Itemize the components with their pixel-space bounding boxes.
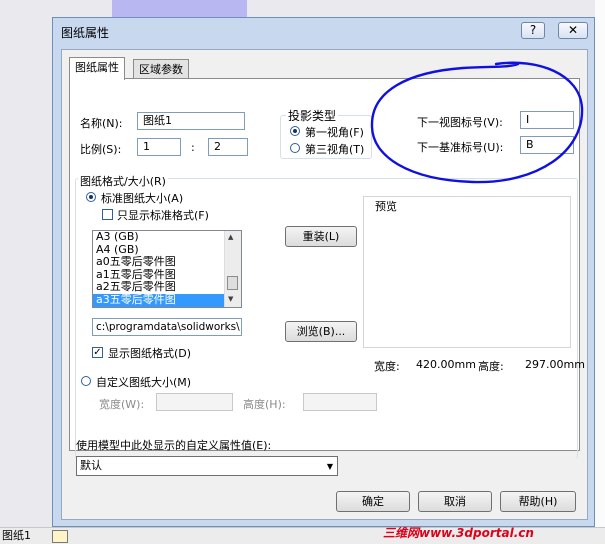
- custom-property-select[interactable]: 默认 ▼: [76, 456, 338, 476]
- close-icon[interactable]: ✕: [558, 22, 588, 39]
- third-angle-radio[interactable]: [290, 143, 300, 153]
- tab-sheet-properties[interactable]: 图纸属性: [69, 57, 125, 80]
- custom-width-input[interactable]: [156, 393, 233, 411]
- sheet-name-input[interactable]: 图纸1: [137, 112, 245, 130]
- standard-size-label: 标准图纸大小(A): [101, 192, 184, 205]
- custom-size-label: 自定义图纸大小(M): [96, 376, 192, 389]
- width-label: 宽度(W):: [99, 398, 145, 411]
- chevron-down-icon: ▼: [326, 462, 333, 471]
- list-item[interactable]: A3 (GB): [93, 231, 241, 244]
- only-standard-label: 只显示标准格式(F): [117, 209, 209, 222]
- sheet-size-list[interactable]: A3 (GB) A4 (GB) a0五零后零件图 a1五零后零件图 a2五零后零…: [92, 230, 242, 308]
- show-format-label: 显示图纸格式(D): [108, 347, 192, 360]
- only-standard-checkbox[interactable]: [102, 209, 113, 220]
- preview-width-value: 420.00mm: [416, 358, 476, 371]
- scrollbar-thumb[interactable]: [227, 276, 238, 290]
- list-item[interactable]: a0五零后零件图: [93, 256, 241, 269]
- help-icon[interactable]: ?: [521, 22, 545, 39]
- projection-type-title: 投影类型: [286, 107, 339, 124]
- dialog-title: 图纸属性: [61, 26, 110, 40]
- custom-property-value: 默认: [80, 459, 102, 472]
- preview-height-value: 297.00mm: [525, 358, 585, 371]
- first-angle-label: 第一视角(F): [305, 126, 364, 139]
- scale-label: 比例(S):: [80, 143, 122, 156]
- preview-width-label: 宽度:: [374, 360, 400, 373]
- third-angle-label: 第三视角(T): [305, 143, 365, 156]
- list-item-selected[interactable]: a3五零后零件图: [93, 293, 241, 307]
- cancel-button[interactable]: 取消: [418, 491, 492, 512]
- height-label: 高度(H):: [243, 398, 286, 411]
- background-canvas-edge: [595, 0, 605, 543]
- first-angle-radio[interactable]: [290, 126, 300, 136]
- reload-button[interactable]: 重装(L): [285, 226, 357, 247]
- sheet-format-size-title: 图纸格式/大小(R): [78, 173, 168, 189]
- sheet-tab[interactable]: 图纸1: [0, 528, 33, 543]
- annotation-circle: [370, 61, 584, 184]
- preview-height-label: 高度:: [478, 360, 504, 373]
- scale-numerator-input[interactable]: 1: [137, 138, 181, 156]
- scroll-up-icon[interactable]: ▲: [228, 233, 233, 241]
- browse-button[interactable]: 浏览(B)...: [285, 321, 357, 342]
- name-label: 名称(N):: [80, 117, 123, 130]
- preview-area: [363, 196, 571, 348]
- custom-height-input[interactable]: [303, 393, 377, 411]
- add-sheet-icon[interactable]: [52, 530, 68, 543]
- ok-button[interactable]: 确定: [336, 491, 410, 512]
- list-scrollbar[interactable]: ▲ ▼: [224, 231, 241, 307]
- show-format-checkbox[interactable]: ✓: [92, 347, 103, 358]
- custom-size-radio[interactable]: [81, 376, 91, 386]
- scale-separator: :: [191, 141, 195, 154]
- help-button[interactable]: 帮助(H): [500, 491, 576, 512]
- tab-zone-parameters[interactable]: 区域参数: [133, 59, 189, 80]
- watermark: 三维网www.3dportal.cn: [383, 526, 534, 540]
- scroll-down-icon[interactable]: ▼: [228, 295, 233, 303]
- custom-property-label: 使用模型中此处显示的自定义属性值(E):: [76, 439, 272, 452]
- standard-size-radio[interactable]: [86, 192, 96, 202]
- format-path-input[interactable]: c:\programdata\solidworks\: [92, 318, 242, 336]
- scale-denominator-input[interactable]: 2: [208, 138, 248, 156]
- preview-label: 预览: [375, 200, 397, 213]
